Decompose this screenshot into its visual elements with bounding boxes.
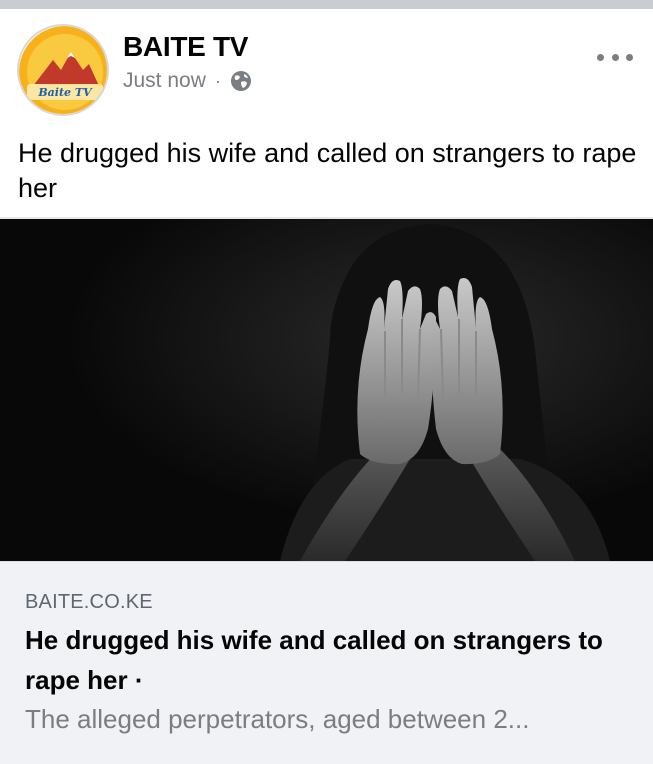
link-title[interactable]: He drugged his wife and called on strang… <box>25 620 635 700</box>
post-timestamp[interactable]: Just now <box>123 69 206 93</box>
more-options-icon[interactable] <box>597 49 633 65</box>
top-divider-strip <box>0 0 653 9</box>
page-name[interactable]: BAITE TV <box>123 31 248 63</box>
meta-separator: · <box>214 70 221 91</box>
globe-icon[interactable] <box>230 70 252 92</box>
baite-tv-logo: Baite TV <box>19 26 107 114</box>
post-caption: He drugged his wife and called on strang… <box>18 138 637 203</box>
link-title-text: He drugged his wife and called on strang… <box>25 625 603 695</box>
link-description: The alleged perpetrators, aged between 2… <box>25 704 530 734</box>
page-avatar[interactable]: Baite TV <box>17 24 109 116</box>
link-preview-card[interactable]: BAITE.CO.KE He drugged his wife and call… <box>0 561 653 764</box>
post-header: Baite TV BAITE TV Just now · <box>0 9 653 123</box>
link-preview-image[interactable] <box>0 219 653 561</box>
post-meta: Just now · <box>123 67 252 95</box>
link-title-suffix: · <box>134 665 144 695</box>
link-domain: BAITE.CO.KE <box>25 591 153 613</box>
svg-text:Baite TV: Baite TV <box>37 86 93 99</box>
